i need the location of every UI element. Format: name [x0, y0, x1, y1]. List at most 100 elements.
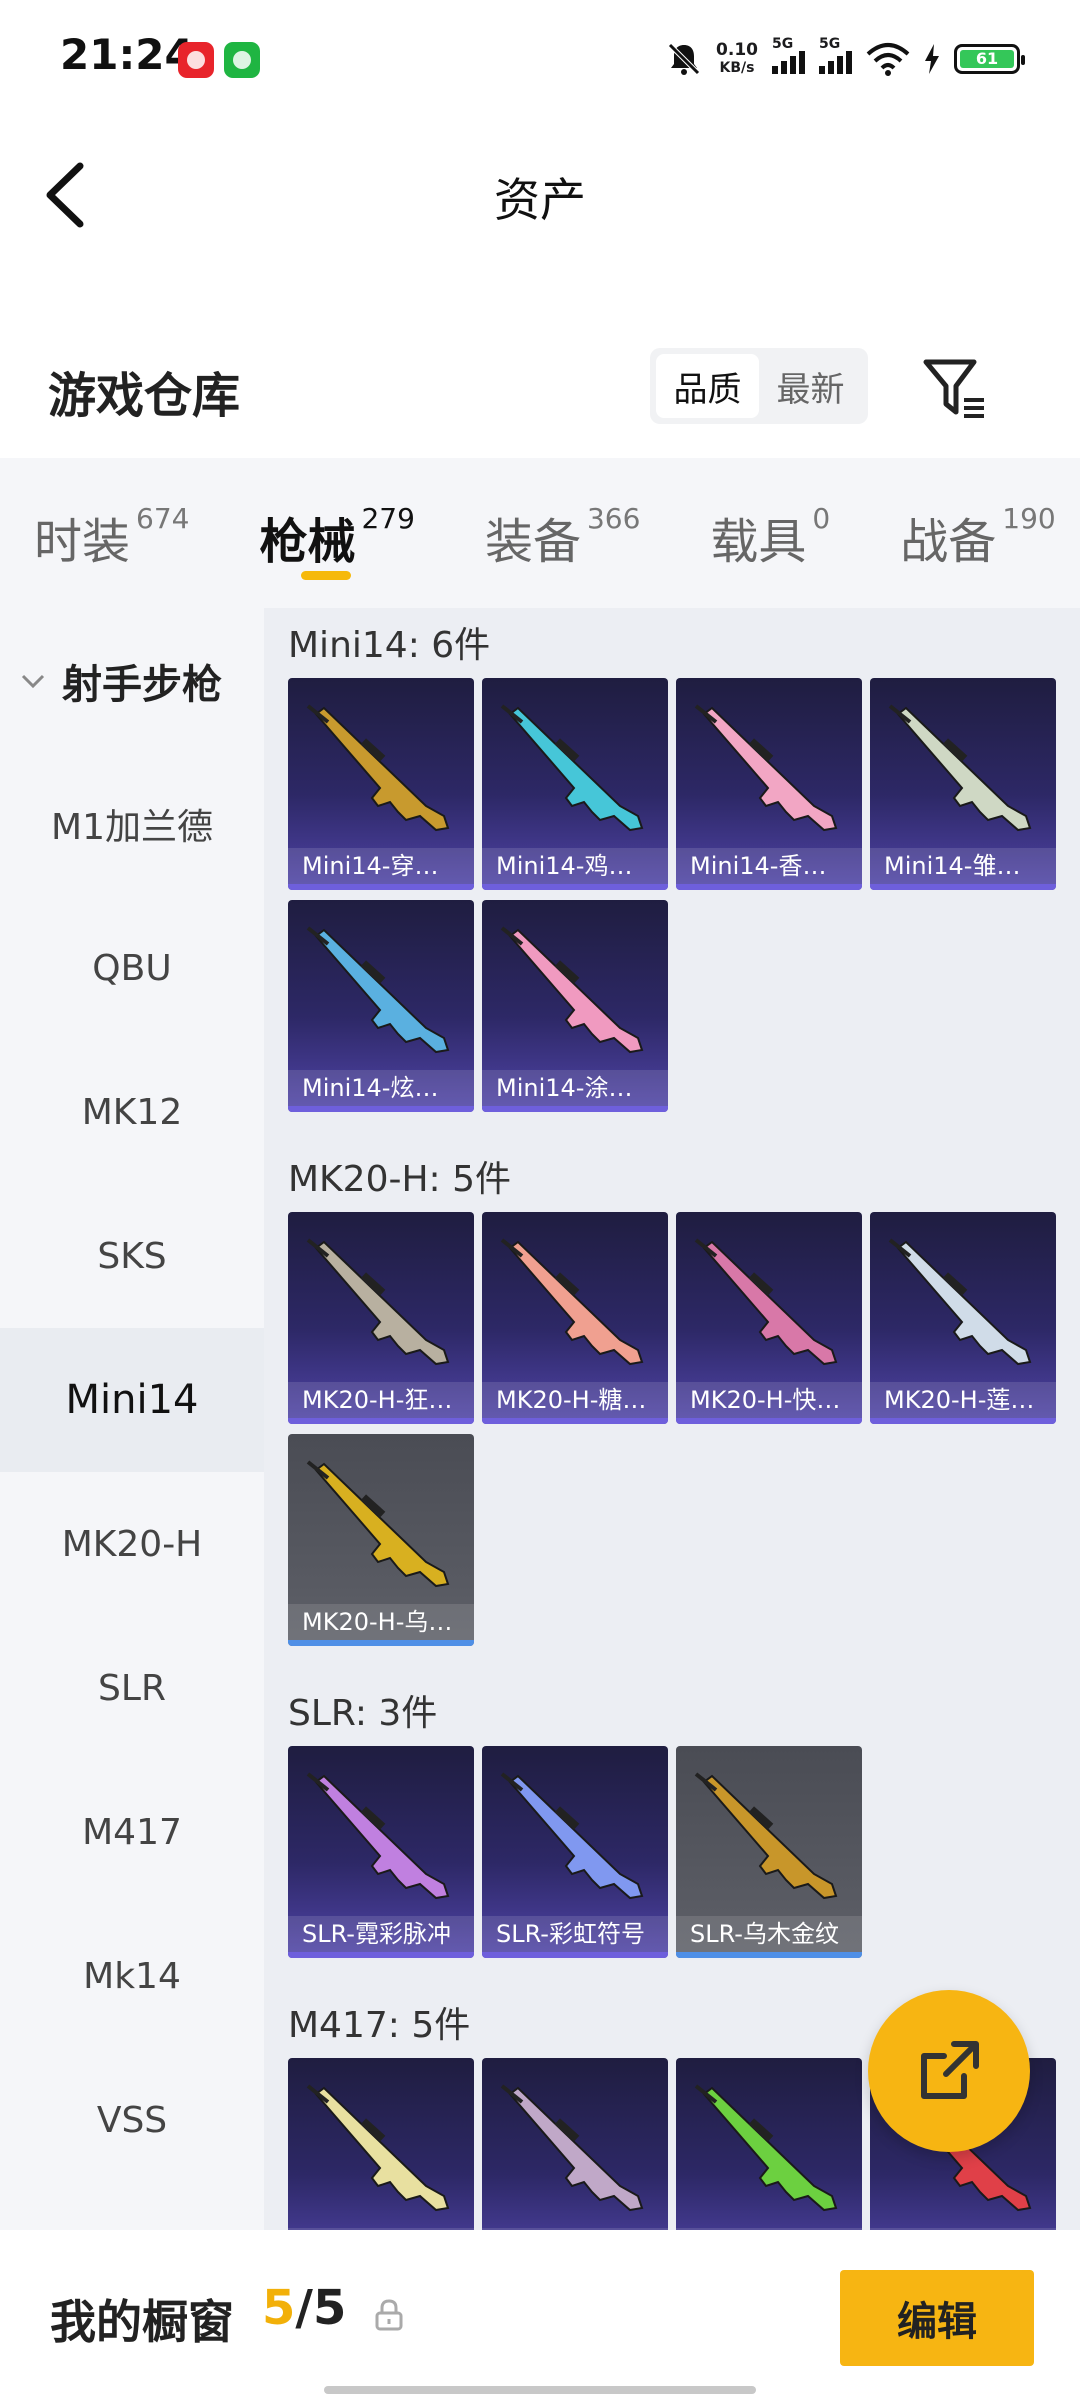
quality-bar — [870, 884, 1056, 890]
quality-bar — [288, 1952, 474, 1958]
rifle-skin-icon — [500, 1238, 644, 1366]
mute-bell-icon — [668, 43, 700, 75]
skin-name: MK20-H-糖… — [482, 1382, 668, 1418]
skin-card[interactable]: Mini14-涂山… — [482, 900, 668, 1112]
section-title: SLR: 3件 — [288, 1693, 438, 1734]
status-time: 21:24 — [60, 30, 194, 79]
sidebar-item-m417[interactable]: M417 — [0, 1760, 264, 1904]
sidebar-item-mk12[interactable]: MK12 — [0, 1040, 264, 1184]
skin-name: MK20-H-莲… — [870, 1382, 1056, 1418]
rifle-skin-icon — [888, 1238, 1032, 1366]
skin-card[interactable]: MK20-H-快… — [676, 1212, 862, 1424]
rifle-skin-icon — [694, 704, 838, 832]
sidebar-item-qbu[interactable]: QBU — [0, 896, 264, 1040]
sort-option-quality[interactable]: 品质 — [656, 354, 759, 418]
quality-bar — [482, 1418, 668, 1424]
signal-1-icon: 5G — [772, 36, 805, 74]
rifle-skin-icon — [888, 704, 1032, 832]
showcase-count: 5/5 — [262, 2280, 347, 2336]
section-title: M417: 5件 — [288, 2005, 471, 2046]
section-title: Mini14: 6件 — [288, 625, 491, 666]
sidebar-item-slr[interactable]: SLR — [0, 1616, 264, 1760]
skin-name: Mini14-鸡智… — [482, 848, 668, 884]
skin-card[interactable]: Mini14-鸡智… — [482, 678, 668, 890]
sidebar-item-mini14[interactable]: Mini14 — [0, 1328, 264, 1472]
quality-bar — [676, 1418, 862, 1424]
tab-supplies[interactable]: 战备 190 — [900, 458, 1055, 608]
sidebar-item-mk20-h[interactable]: MK20-H — [0, 1472, 264, 1616]
skin-name: Mini14-穿刺… — [288, 848, 474, 884]
skin-card[interactable]: Mini14-穿刺… — [288, 678, 474, 890]
category-tabs: 时装 674 枪械 279 装备 366 载具 0 战备 190 — [0, 458, 1080, 608]
section-title: MK20-H: 5件 — [288, 1159, 512, 1200]
rifle-skin-icon — [306, 704, 450, 832]
quality-bar — [482, 1952, 668, 1958]
skin-card[interactable]: M417-锦年… — [482, 2058, 668, 2230]
rifle-skin-icon — [694, 1772, 838, 1900]
skin-name: SLR-霓彩脉冲 — [288, 1916, 474, 1952]
skin-name: MK20-H-乌… — [288, 1604, 474, 1640]
rifle-skin-icon — [500, 2084, 644, 2212]
rifle-skin-icon — [306, 1460, 450, 1588]
quality-bar — [288, 1418, 474, 1424]
wifi-icon — [866, 43, 910, 76]
skin-name: Mini14-涂山… — [482, 1070, 668, 1106]
skin-card[interactable]: MK20-H-糖… — [482, 1212, 668, 1424]
skin-card[interactable]: Mini14-炫彩… — [288, 900, 474, 1112]
skin-name: SLR-乌木金纹 — [676, 1916, 862, 1952]
battery-icon: 61 — [954, 44, 1025, 74]
share-button[interactable] — [868, 1990, 1030, 2152]
showcase-bar: 我的橱窗 5/5 编辑 — [0, 2230, 1080, 2400]
tab-vehicles[interactable]: 载具 0 — [710, 458, 830, 608]
sort-toggle: 品质 最新 — [650, 348, 868, 424]
skin-card[interactable]: SLR-乌木金纹 — [676, 1746, 862, 1958]
warehouse-title: 游戏仓库 — [48, 368, 241, 424]
wechat-app-icon — [224, 42, 260, 78]
rifle-skin-icon — [306, 1772, 450, 1900]
skin-card[interactable]: M417-青梨… — [288, 2058, 474, 2230]
sidebar-group-dmr[interactable]: 射手步枪 — [18, 652, 222, 710]
skin-card[interactable]: Mini14-香桃… — [676, 678, 862, 890]
tab-guns[interactable]: 枪械 279 — [259, 458, 415, 608]
rifle-skin-icon — [306, 2084, 450, 2212]
tab-fashion[interactable]: 时装 674 — [34, 458, 189, 608]
skin-card[interactable]: MK20-H-乌… — [288, 1434, 474, 1646]
sort-option-newest[interactable]: 最新 — [759, 354, 862, 418]
showcase-label: 我的橱窗 — [50, 2295, 234, 2349]
page-title: 资产 — [494, 173, 586, 227]
sidebar-item-mk14[interactable]: Mk14 — [0, 1904, 264, 2048]
skin-name: MK20-H-狂… — [288, 1382, 474, 1418]
skin-card[interactable]: SLR-霓彩脉冲 — [288, 1746, 474, 1958]
chevron-down-icon — [21, 674, 45, 689]
weapon-sidebar: 射手步枪 M1加兰德 QBU MK12 SKS Mini14 MK20-H SL… — [0, 608, 264, 2230]
lock-icon — [375, 2299, 403, 2331]
status-bar: 21:24 0.10 KB/s 5G 5G 61 — [0, 0, 1080, 120]
skin-name: SLR-彩虹符号 — [482, 1916, 668, 1952]
status-right-group: 0.10 KB/s 5G 5G 61 — [666, 36, 1025, 82]
rifle-skin-icon — [306, 926, 450, 1054]
home-indicator[interactable] — [324, 2386, 756, 2394]
rifle-skin-icon — [306, 1238, 450, 1366]
sidebar-item-sks[interactable]: SKS — [0, 1184, 264, 1328]
skin-card[interactable]: SLR-彩虹符号 — [482, 1746, 668, 1958]
rifle-skin-icon — [500, 1772, 644, 1900]
skin-card[interactable]: MK20-H-莲… — [870, 1212, 1056, 1424]
rifle-skin-icon — [694, 1238, 838, 1366]
skin-card[interactable]: Mini14-雏菊… — [870, 678, 1056, 890]
sidebar-item-vss[interactable]: VSS — [0, 2048, 264, 2192]
sidebar-item-m1-garand[interactable]: M1加兰德 — [0, 752, 264, 896]
skin-name: Mini14-炫彩… — [288, 1070, 474, 1106]
quality-bar — [870, 1418, 1056, 1424]
skin-card[interactable]: MK20-H-狂… — [288, 1212, 474, 1424]
net-speed: 0.10 KB/s — [716, 40, 758, 76]
skin-name: Mini14-雏菊… — [870, 848, 1056, 884]
quality-bar — [482, 1106, 668, 1112]
tab-equipment[interactable]: 装备 366 — [485, 458, 640, 608]
quality-bar — [288, 1106, 474, 1112]
quality-bar — [676, 1952, 862, 1958]
share-external-icon — [921, 2041, 979, 2099]
filter-icon[interactable] — [920, 354, 990, 424]
top-nav: 资产 — [0, 150, 1080, 240]
skin-card[interactable]: M417-玩偶… — [676, 2058, 862, 2230]
edit-button[interactable]: 编辑 — [840, 2270, 1034, 2366]
